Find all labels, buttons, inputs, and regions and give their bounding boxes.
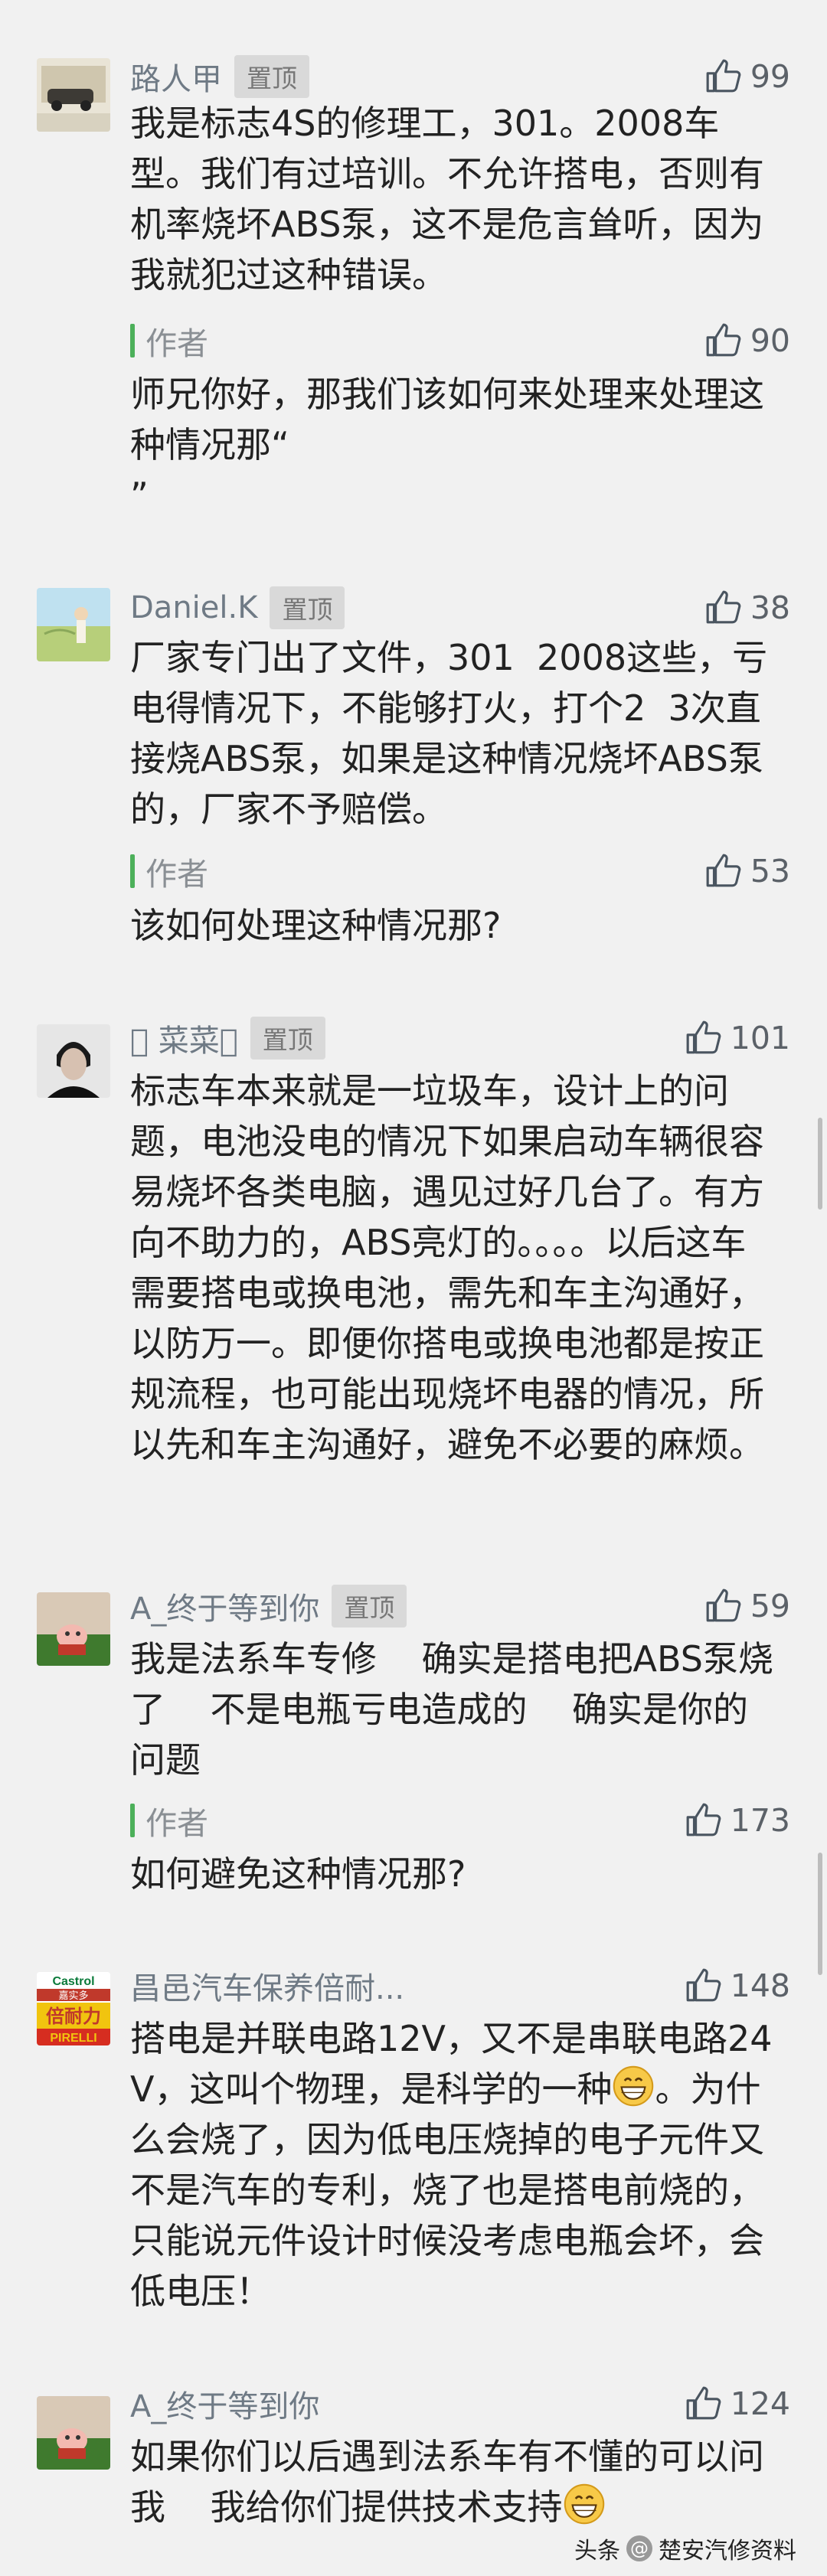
thumbs-up-icon bbox=[706, 323, 741, 357]
like-count: 90 bbox=[750, 322, 790, 359]
avatar[interactable] bbox=[37, 1592, 110, 1666]
thumbs-up-icon bbox=[706, 854, 741, 887]
reply-like-button[interactable]: 173 bbox=[685, 1797, 790, 1843]
scrollbar-thumb[interactable] bbox=[818, 1853, 822, 1975]
like-button[interactable]: 101 bbox=[685, 1015, 790, 1061]
like-button[interactable]: 148 bbox=[685, 1963, 790, 2009]
like-count: 148 bbox=[730, 1967, 790, 2004]
name-row: A_终于等到你 置顶 bbox=[130, 1583, 407, 1629]
pinned-badge: 置顶 bbox=[270, 586, 345, 629]
author-label: 作者 bbox=[145, 856, 208, 893]
name-row:   菜菜  置顶 bbox=[130, 1015, 325, 1061]
comment-text: 标志车本来就是一垃圾车，设计上的问题，电池没电的情况下如果启动车辆很容易烧坏各类… bbox=[130, 1070, 764, 1465]
avatar[interactable] bbox=[37, 58, 110, 132]
watermark: 头条 @ 楚安汽修资料 bbox=[574, 2532, 796, 2565]
reply-text: 如何避免这种情况那? bbox=[130, 1853, 466, 1895]
reply-bar bbox=[130, 854, 135, 888]
author-reply-tag: 作者 bbox=[130, 848, 208, 894]
author-label: 作者 bbox=[145, 1805, 208, 1842]
like-button[interactable]: 99 bbox=[704, 54, 790, 100]
thumbs-up-icon bbox=[706, 1588, 741, 1622]
grinning-emoji-icon bbox=[564, 2483, 604, 2525]
pinned-badge: 置顶 bbox=[332, 1585, 407, 1628]
author-label: 作者 bbox=[145, 325, 208, 362]
username[interactable]: A_终于等到你 bbox=[130, 1584, 319, 1628]
comment-text: 搭电是并联电路12V，又不是串联电路24V，这叫个物理，是科学的一种 。为什么会烧… bbox=[130, 2013, 781, 2316]
reply-like-button[interactable]: 53 bbox=[704, 848, 790, 894]
like-count: 38 bbox=[750, 589, 790, 626]
comment-text: 我是标志4S的修理工，301。2008车型。我们有过培训。不允许搭电，否则有机率… bbox=[130, 103, 764, 295]
thumbs-up-icon bbox=[706, 590, 741, 624]
thumbs-up-icon bbox=[686, 1020, 721, 1054]
pinned-badge: 置顶 bbox=[234, 55, 309, 98]
thumbs-up-icon bbox=[686, 2386, 721, 2420]
comment-text: 如果你们以后遇到法系车有不懂的可以问我 我给你们提供技术支持 bbox=[130, 2431, 781, 2532]
like-count: 101 bbox=[730, 1020, 790, 1056]
author-reply-tag: 作者 bbox=[130, 1797, 208, 1843]
pinned-badge: 置顶 bbox=[250, 1017, 325, 1059]
castrol-logo-text: Castrol bbox=[52, 1975, 94, 1988]
name-row: A_终于等到你 bbox=[130, 2381, 319, 2427]
pirelli-logo-text: PIRELLI bbox=[50, 2032, 96, 2045]
name-row: Daniel.K 置顶 bbox=[130, 585, 345, 631]
avatar[interactable] bbox=[37, 2396, 110, 2470]
like-count: 59 bbox=[750, 1588, 790, 1624]
grinning-emoji-icon bbox=[613, 2065, 654, 2107]
author-reply-tag: 作者 bbox=[130, 318, 208, 364]
avatar[interactable] bbox=[37, 1024, 110, 1098]
watermark-prefix: 头条 bbox=[574, 2538, 620, 2565]
avatar[interactable] bbox=[37, 588, 110, 661]
comment-text: 我是法系车专修 确实是搭电把ABS泵烧了 不是电瓶亏电造成的 确实是你的问题 bbox=[130, 1638, 773, 1781]
like-button[interactable]: 59 bbox=[704, 1583, 790, 1629]
thumbs-up-icon bbox=[686, 1968, 721, 2002]
username[interactable]: A_终于等到你 bbox=[130, 2382, 319, 2426]
reply-bar bbox=[130, 324, 135, 358]
reply-text: 师兄你好，那我们该如何来处理来处理这种情况那“ ” bbox=[130, 374, 764, 516]
username[interactable]: 昌邑汽车保养倍耐... bbox=[130, 1964, 404, 2008]
thumbs-up-icon bbox=[686, 1803, 721, 1837]
reply-like-button[interactable]: 90 bbox=[704, 318, 790, 364]
name-row: 路人甲 置顶 bbox=[130, 54, 309, 100]
comment-text-part-1: 如果你们以后遇到法系车有不懂的可以问我 我给你们提供技术支持 bbox=[130, 2436, 764, 2528]
castrol-cn-text: 嘉实多 bbox=[58, 1990, 88, 2002]
like-count: 53 bbox=[750, 853, 790, 890]
like-count: 99 bbox=[750, 58, 790, 95]
reply-bar bbox=[130, 1804, 135, 1837]
username[interactable]: Daniel.K bbox=[130, 590, 257, 625]
name-row: 昌邑汽车保养倍耐... bbox=[130, 1963, 404, 2009]
thumbs-up-icon bbox=[706, 59, 741, 93]
at-icon: @ bbox=[626, 2535, 652, 2561]
like-button[interactable]: 124 bbox=[685, 2381, 790, 2427]
like-count: 124 bbox=[730, 2385, 790, 2422]
username[interactable]: 路人甲 bbox=[130, 54, 222, 99]
username[interactable]:   菜菜  bbox=[130, 1016, 238, 1060]
pirelli-cn-text: 倍耐力 bbox=[46, 2006, 101, 2027]
reply-text: 该如何处理这种情况那? bbox=[130, 905, 502, 946]
scrollbar-thumb[interactable] bbox=[818, 1118, 822, 1210]
like-button[interactable]: 38 bbox=[704, 585, 790, 631]
comment-text: 厂家专门出了文件，301 2008这些，亏电得情况下，不能够打火，打个2 3次直… bbox=[130, 637, 768, 830]
avatar[interactable]: Castrol 嘉实多 倍耐力 PIRELLI bbox=[37, 1972, 110, 2045]
watermark-account: 楚安汽修资料 bbox=[659, 2538, 796, 2565]
like-count: 173 bbox=[730, 1802, 790, 1839]
